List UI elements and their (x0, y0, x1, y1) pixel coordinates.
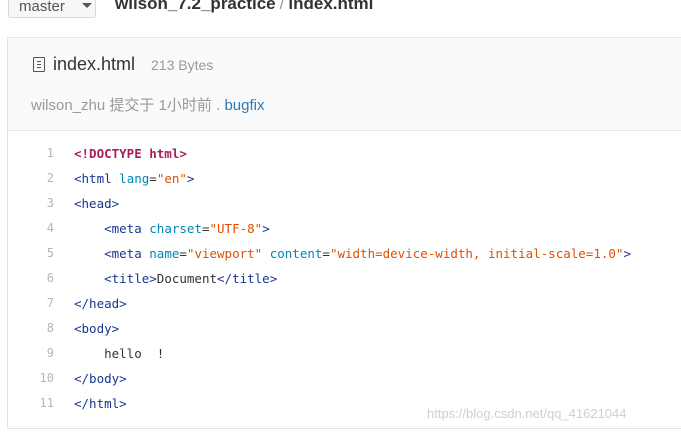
commit-prefix: 提交于 (109, 97, 155, 114)
commit-info: wilson_zhu 提交于 1小时前 . bugfix (31, 94, 264, 115)
line-number[interactable]: 4 (26, 216, 54, 241)
code-line: 8 <body> (8, 316, 681, 341)
code-viewer: 1 <!DOCTYPE html> 2 <html lang="en"> 3 <head>… (8, 141, 681, 416)
commit-dot: . (216, 97, 221, 114)
file-header: index.html 213 Bytes wilson_zhu 提交于 1小时前… (8, 38, 681, 131)
line-number[interactable]: 9 (26, 341, 54, 366)
code-text: <title>Document</title> (104, 271, 278, 286)
branch-select-button[interactable]: master (8, 0, 96, 18)
line-number[interactable]: 8 (26, 316, 54, 341)
caret-down-icon (82, 3, 92, 8)
breadcrumb: wilson_7.2_practice / index.html (115, 0, 373, 14)
code-text: </head> (74, 296, 127, 311)
branch-label: master (19, 0, 65, 15)
code-line: 3 <head> (8, 191, 681, 216)
code-line: 6 <title>Document</title> (8, 266, 681, 291)
code-text: </html> (74, 396, 127, 411)
line-number[interactable]: 11 (26, 391, 54, 416)
watermark: https://blog.csdn.net/qq_41621044 (427, 406, 627, 421)
code-line: 4 <meta charset="UTF-8"> (8, 216, 681, 241)
breadcrumb-file: index.html (288, 0, 374, 13)
breadcrumb-repo-link[interactable]: wilson_7.2_practice (115, 0, 276, 13)
file-text-icon (33, 57, 45, 72)
code-line: 9 hello ! (8, 341, 681, 366)
file-name: index.html (53, 54, 136, 74)
line-number[interactable]: 7 (26, 291, 54, 316)
code-text: <head> (74, 196, 120, 211)
line-number[interactable]: 3 (26, 191, 54, 216)
code-line: 10 </body> (8, 366, 681, 391)
commit-message-link[interactable]: bugfix (224, 97, 264, 114)
line-number[interactable]: 1 (26, 141, 54, 166)
code-text: <meta name="viewport" content="width=dev… (104, 246, 631, 261)
code-line: 7 </head> (8, 291, 681, 316)
commit-author[interactable]: wilson_zhu (31, 97, 105, 114)
commit-time: 1小时前 (158, 97, 212, 114)
line-number[interactable]: 2 (26, 166, 54, 191)
code-text: <html lang="en"> (74, 171, 195, 186)
code-line: 1 <!DOCTYPE html> (8, 141, 681, 166)
breadcrumb-separator: / (279, 0, 285, 13)
code-line: 2 <html lang="en"> (8, 166, 681, 191)
line-number[interactable]: 5 (26, 241, 54, 266)
line-number[interactable]: 6 (26, 266, 54, 291)
code-text: </body> (74, 371, 127, 386)
top-bar: master wilson_7.2_practice / index.html (0, 0, 681, 30)
code-text: hello ! (74, 346, 165, 361)
code-text: <!DOCTYPE html> (74, 146, 187, 161)
line-number[interactable]: 10 (26, 366, 54, 391)
file-size: 213 Bytes (151, 57, 214, 73)
code-line: 5 <meta name="viewport" content="width=d… (8, 241, 681, 266)
code-text: <body> (74, 321, 120, 336)
code-text: <meta charset="UTF-8"> (104, 221, 270, 236)
file-view: index.html 213 Bytes wilson_zhu 提交于 1小时前… (7, 37, 681, 429)
